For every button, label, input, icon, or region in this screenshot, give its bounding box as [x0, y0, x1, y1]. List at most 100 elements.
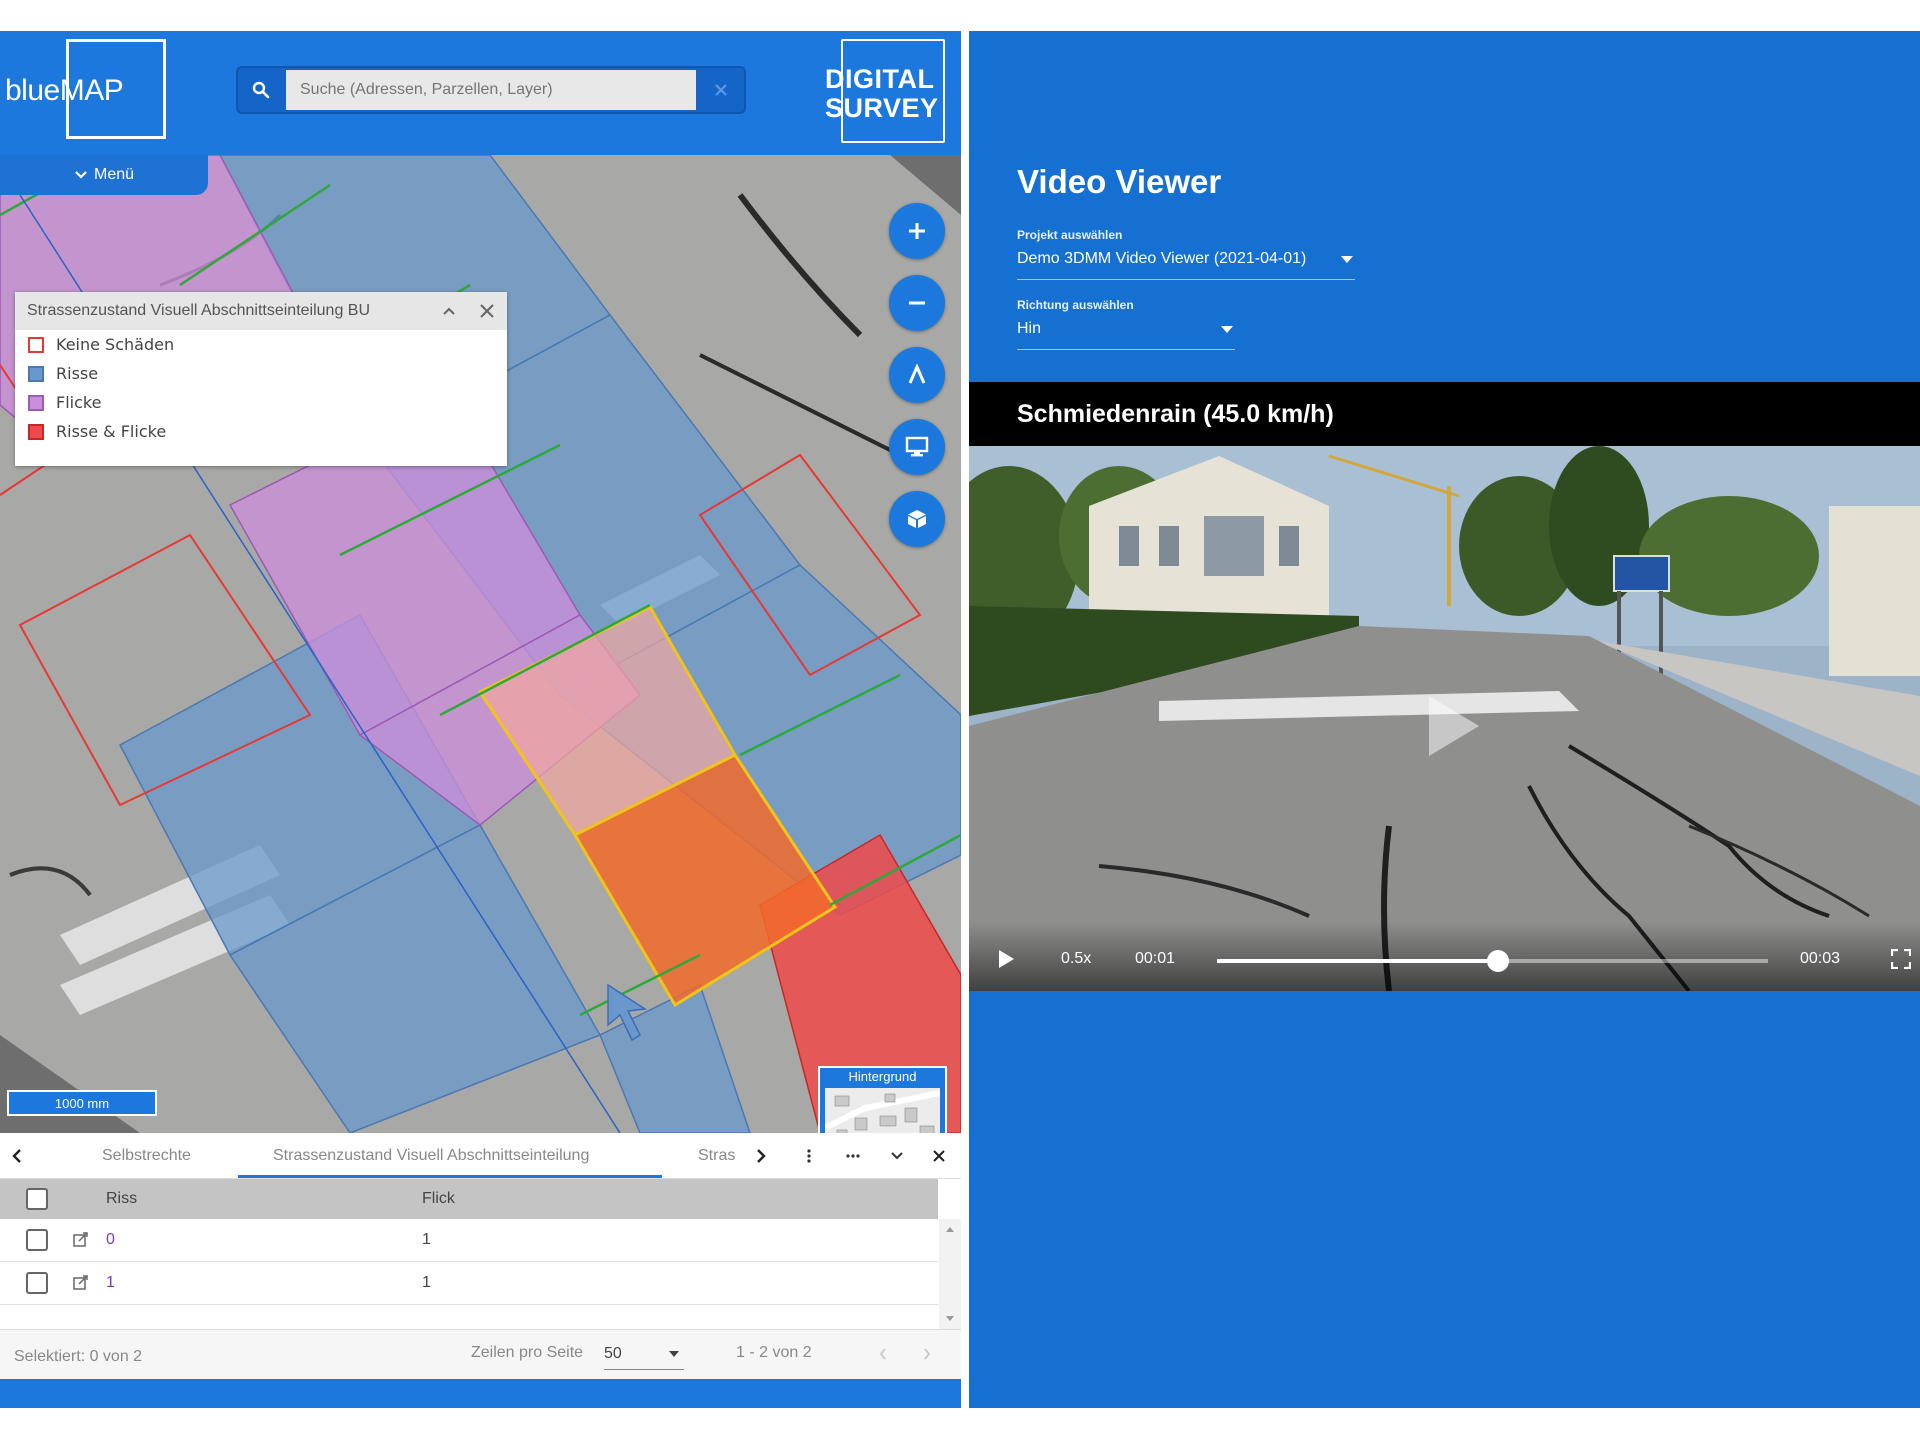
- legend-swatch: [28, 423, 44, 440]
- tab-selbstrechte[interactable]: Selbstrechte: [102, 1147, 191, 1165]
- dropdown-arrow-icon: [1341, 256, 1353, 263]
- legend-items: Keine Schäden Risse Flicke Risse & Flicke: [15, 330, 507, 446]
- table-footer: Selektiert: 0 von 2 Zeilen pro Seite 50 …: [0, 1329, 961, 1379]
- edit-icon[interactable]: [72, 1231, 90, 1254]
- fullscreen-icon: [1890, 948, 1912, 970]
- chevron-left-icon: [12, 1149, 21, 1163]
- tab-active-indicator: [238, 1175, 662, 1178]
- rows-per-page-select[interactable]: 50: [604, 1340, 684, 1370]
- playback-speed[interactable]: 0.5x: [1061, 950, 1091, 968]
- legend-item: Keine Schäden: [15, 330, 507, 359]
- table-row[interactable]: 0 1: [0, 1219, 938, 1262]
- legend-label: Risse: [56, 364, 99, 383]
- direction-label: Richtung auswählen: [1017, 298, 1134, 312]
- legend-collapse-button[interactable]: [439, 301, 459, 321]
- display-button[interactable]: [889, 419, 945, 475]
- map-canvas[interactable]: Menü Strassenzustand Visuell Abschnittse…: [0, 155, 961, 1133]
- horizontal-dots-icon: [846, 1154, 860, 1158]
- table-close-button[interactable]: [928, 1145, 950, 1167]
- play-icon: [999, 950, 1014, 968]
- duration: 00:03: [1800, 950, 1841, 967]
- seek-handle[interactable]: [1487, 950, 1509, 972]
- selection-count: Selektiert: 0 von 2: [14, 1348, 143, 1365]
- search-input[interactable]: [286, 70, 696, 110]
- background-preview-map: [825, 1088, 940, 1133]
- menu-button[interactable]: Menü: [0, 155, 208, 195]
- current-time: 00:01: [1135, 950, 1176, 967]
- layer-legend: Strassenzustand Visuell Abschnittseintei…: [15, 292, 507, 466]
- cell-riss: 1: [106, 1274, 115, 1291]
- project-select[interactable]: Demo 3DMM Video Viewer (2021-04-01): [1017, 250, 1355, 280]
- north-arrow-icon: [908, 364, 926, 384]
- chevron-right-icon: [924, 1348, 931, 1360]
- background-switcher[interactable]: Hintergrund: [818, 1066, 947, 1133]
- dropdown-arrow-icon: [1221, 326, 1233, 333]
- cell-flick: 1: [422, 1231, 431, 1248]
- row-checkbox[interactable]: [26, 1229, 48, 1251]
- minus-icon: [909, 301, 925, 305]
- search-icon: [252, 81, 270, 99]
- seek-progress: [1217, 959, 1498, 963]
- project-label: Projekt auswählen: [1017, 228, 1123, 242]
- select-all-checkbox[interactable]: [26, 1188, 48, 1210]
- tabs-prev-button[interactable]: [6, 1145, 28, 1167]
- scroll-down-icon[interactable]: [945, 1315, 955, 1323]
- search-button[interactable]: [238, 68, 284, 112]
- fullscreen-button[interactable]: [1890, 948, 1912, 974]
- bluemap-logo[interactable]: blueMAP: [5, 74, 124, 108]
- column-header-riss[interactable]: Riss: [106, 1190, 137, 1208]
- video-title-bar: Schmiedenrain (45.0 km/h): [969, 382, 1920, 446]
- zoom-in-button[interactable]: [889, 203, 945, 259]
- tabs-next-button[interactable]: [750, 1145, 772, 1167]
- next-page-button[interactable]: [922, 1347, 932, 1366]
- prev-page-button[interactable]: [878, 1347, 888, 1366]
- seek-bar[interactable]: [1217, 950, 1768, 972]
- chevron-down-icon: [891, 1152, 903, 1160]
- legend-item: Flicke: [15, 388, 507, 417]
- digital-survey-logo[interactable]: DIGITAL SURVEY: [825, 65, 938, 123]
- legend-close-button[interactable]: [477, 301, 497, 321]
- table-row[interactable]: 1 1: [0, 1262, 938, 1305]
- close-icon: [715, 84, 727, 96]
- table-scrollbar[interactable]: [939, 1219, 961, 1329]
- monitor-icon: [905, 436, 929, 457]
- table-more-button[interactable]: [842, 1145, 864, 1167]
- table-options-button[interactable]: [798, 1145, 820, 1167]
- legend-label: Flicke: [56, 393, 102, 412]
- table-tab-bar: Selbstrechte Strassenzustand Visuell Abs…: [0, 1133, 961, 1179]
- legend-swatch: [28, 394, 44, 411]
- vertical-dots-icon: [807, 1149, 811, 1163]
- cell-flick: 1: [422, 1274, 431, 1291]
- map-app: blueMAP DIGITAL SURVEY: [0, 31, 961, 1408]
- north-button[interactable]: [889, 347, 945, 403]
- row-checkbox[interactable]: [26, 1272, 48, 1294]
- close-icon: [480, 304, 494, 318]
- scroll-up-icon[interactable]: [945, 1225, 955, 1233]
- chevron-down-icon: [75, 171, 87, 179]
- column-header-flick[interactable]: Flick: [422, 1190, 455, 1208]
- legend-title: Strassenzustand Visuell Abschnittseintei…: [27, 302, 371, 319]
- chevron-up-icon: [443, 307, 455, 315]
- tab-stras[interactable]: Stras: [698, 1147, 736, 1165]
- search-clear-button[interactable]: [698, 68, 744, 112]
- video-viewer-title: Video Viewer: [1017, 163, 1222, 200]
- 3d-view-button[interactable]: [889, 491, 945, 547]
- chevron-left-icon: [879, 1348, 886, 1360]
- zoom-out-button[interactable]: [889, 275, 945, 331]
- street-title: Schmiedenrain (45.0 km/h): [1017, 400, 1334, 428]
- play-button[interactable]: [997, 949, 1015, 974]
- table-collapse-button[interactable]: [886, 1145, 908, 1167]
- video-viewer-panel: Video Viewer Projekt auswählen Demo 3DMM…: [969, 31, 1920, 1408]
- background-label: Hintergrund: [848, 1069, 917, 1084]
- table-header: Riss Flick: [0, 1179, 938, 1219]
- plus-icon: [909, 223, 925, 239]
- tab-strassenzustand[interactable]: Strassenzustand Visuell Abschnittseintei…: [273, 1147, 589, 1165]
- close-icon: [933, 1150, 945, 1162]
- big-play-icon[interactable]: [1429, 696, 1479, 756]
- dropdown-arrow-icon: [669, 1351, 679, 1357]
- attribute-table: Selbstrechte Strassenzustand Visuell Abs…: [0, 1133, 961, 1379]
- rows-per-page-label: Zeilen pro Seite: [471, 1344, 584, 1361]
- edit-icon[interactable]: [72, 1274, 90, 1297]
- direction-select[interactable]: Hin: [1017, 320, 1235, 350]
- video-player[interactable]: 0.5x 00:01 00:03: [969, 446, 1920, 991]
